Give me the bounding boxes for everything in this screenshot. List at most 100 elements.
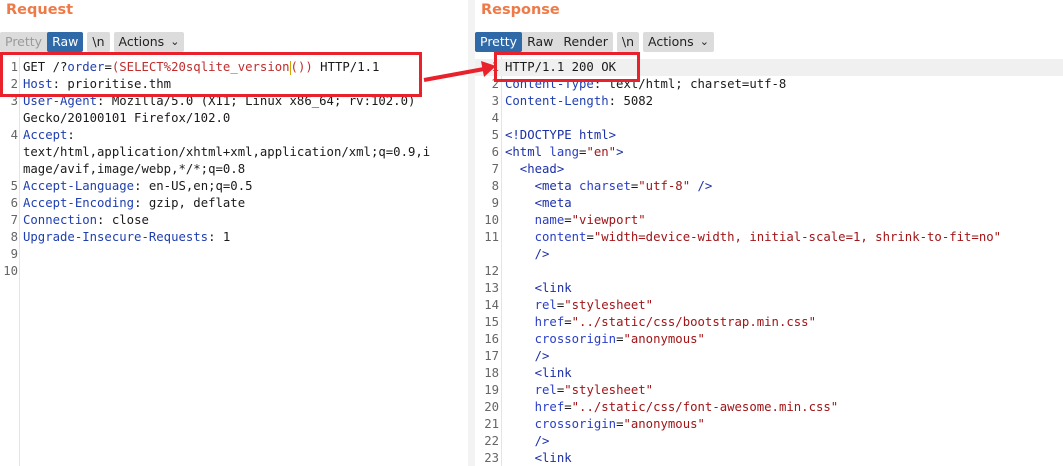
response-newline-toggle[interactable]: \n — [616, 32, 640, 52]
request-panel: Request Pretty Raw \n Actions ⌄ 1 GET /?o… — [0, 0, 468, 466]
code-token: : text/html; charset=utf-8 — [593, 77, 787, 91]
code-line: 7 Connection: close — [0, 212, 468, 229]
response-tab-pretty[interactable]: Pretty — [475, 32, 523, 52]
code-token: = — [564, 315, 572, 329]
code-line: 4 — [475, 110, 1063, 127]
line-content: crossorigin="anonymous" — [505, 331, 705, 348]
code-line: 4 Accept: — [0, 127, 468, 144]
code-token: <meta — [505, 196, 572, 210]
code-line: /> — [475, 246, 1063, 263]
code-token: content — [534, 230, 587, 244]
code-line: 7 <head> — [475, 161, 1063, 178]
response-editor[interactable]: 1 HTTP/1.1 200 OK 2 Content-Type: text/html… — [475, 57, 1063, 466]
line-number: 6 — [491, 145, 499, 159]
line-number: 10 — [3, 264, 18, 278]
code-token: Connection — [23, 213, 98, 227]
code-token: : Mozilla/5.0 (X11; Linux x86_64; rv:102… — [97, 94, 416, 108]
code-token: <meta — [505, 179, 580, 193]
request-actions-button[interactable]: Actions ⌄ — [113, 32, 185, 52]
line-content: crossorigin="anonymous" — [505, 416, 705, 433]
line-content: Accept: — [23, 127, 75, 144]
code-line: mage/avif,image/webp,*/*;q=0.8 — [0, 161, 468, 178]
line-number: 20 — [484, 400, 499, 414]
code-line: 1 GET /?order=(SELECT%20sqlite_version())… — [0, 59, 468, 76]
code-token: /> — [505, 434, 550, 448]
code-token: href — [534, 315, 565, 329]
code-token: order — [67, 60, 105, 74]
code-token: : close — [97, 213, 149, 227]
line-number: 8 — [10, 230, 18, 244]
code-token: "utf-8" — [638, 179, 691, 193]
line-content: Content-Type: text/html; charset=utf-8 — [505, 76, 786, 93]
code-line: 12 — [475, 263, 1063, 280]
code-token: /> — [505, 247, 550, 261]
line-number: 4 — [491, 111, 499, 125]
code-token: "../static/css/bootstrap.min.css" — [571, 315, 816, 329]
request-editor[interactable]: 1 GET /?order=(SELECT%20sqlite_version())… — [0, 57, 468, 466]
code-line: 2 Content-Type: text/html; charset=utf-8 — [475, 76, 1063, 93]
chevron-down-icon: ⌄ — [170, 35, 180, 48]
code-token: = — [564, 400, 572, 414]
code-token: = — [104, 60, 112, 74]
code-line: 8 <meta charset="utf-8" /> — [475, 178, 1063, 195]
line-number: 6 — [10, 196, 18, 210]
code-token: ()) — [290, 60, 321, 74]
code-line: 2 Host: prioritise.thm — [0, 76, 468, 93]
code-token: "stylesheet" — [564, 383, 654, 397]
line-content: rel="stylesheet" — [505, 297, 653, 314]
line-content: Gecko/20100101 Firefox/102.0 — [23, 110, 230, 127]
line-number: 9 — [10, 247, 18, 261]
code-token: "anonymous" — [623, 417, 705, 431]
line-content: <meta — [505, 195, 572, 212]
code-token: : prioritise.thm — [52, 77, 172, 91]
line-content: mage/avif,image/webp,*/*;q=0.8 — [23, 161, 245, 178]
code-token: "stylesheet" — [564, 298, 654, 312]
line-content: Accept-Encoding: gzip, deflate — [23, 195, 245, 212]
response-tab-render[interactable]: Render — [558, 32, 613, 52]
line-number: 14 — [484, 298, 499, 312]
code-token: Accept-Language — [23, 179, 135, 193]
request-newline-toggle[interactable]: \n — [87, 32, 110, 52]
line-content: href="../static/css/font-awesome.min.css… — [505, 399, 839, 416]
line-number: 3 — [491, 94, 499, 108]
code-line: 20 href="../static/css/font-awesome.min.… — [475, 399, 1063, 416]
line-content: /> — [505, 348, 550, 365]
code-token: "en" — [586, 145, 617, 159]
request-title: Request — [6, 2, 74, 18]
line-content: <head> — [505, 161, 564, 178]
response-actions-button[interactable]: Actions ⌄ — [643, 32, 714, 52]
code-token: crossorigin — [534, 417, 617, 431]
split-divider[interactable] — [468, 0, 475, 466]
response-tab-raw[interactable]: Raw — [522, 32, 558, 52]
code-line: 9 <meta — [475, 195, 1063, 212]
line-content: href="../static/css/bootstrap.min.css" — [505, 314, 816, 331]
line-content: Upgrade-Insecure-Requests: 1 — [23, 229, 230, 246]
line-number: 2 — [491, 77, 499, 91]
code-token: name — [534, 213, 565, 227]
request-actions-label: Actions — [118, 34, 165, 49]
code-token: User-Agent — [23, 94, 98, 108]
code-token: Accept — [23, 128, 68, 142]
request-tab-pretty[interactable]: Pretty — [0, 32, 47, 52]
line-number: 1 — [491, 60, 499, 74]
line-number: 13 — [484, 281, 499, 295]
code-token: lang — [549, 145, 580, 159]
code-token: <link — [505, 451, 572, 465]
request-toolbar: Pretty Raw \n Actions ⌄ — [0, 32, 185, 52]
line-content: <!DOCTYPE html> — [505, 127, 616, 144]
line-number: 23 — [484, 451, 499, 465]
request-tab-raw[interactable]: Raw — [47, 32, 84, 52]
line-content: /> — [505, 433, 550, 450]
line-content: <link — [505, 450, 572, 466]
line-content: content="width=device-width, initial-sca… — [505, 229, 1001, 246]
code-line: 3 Content-Length: 5082 — [475, 93, 1063, 110]
line-number: 15 — [484, 315, 499, 329]
chevron-down-icon: ⌄ — [699, 35, 709, 48]
code-token: rel — [534, 383, 557, 397]
code-token: crossorigin — [534, 332, 617, 346]
line-number: 18 — [484, 366, 499, 380]
